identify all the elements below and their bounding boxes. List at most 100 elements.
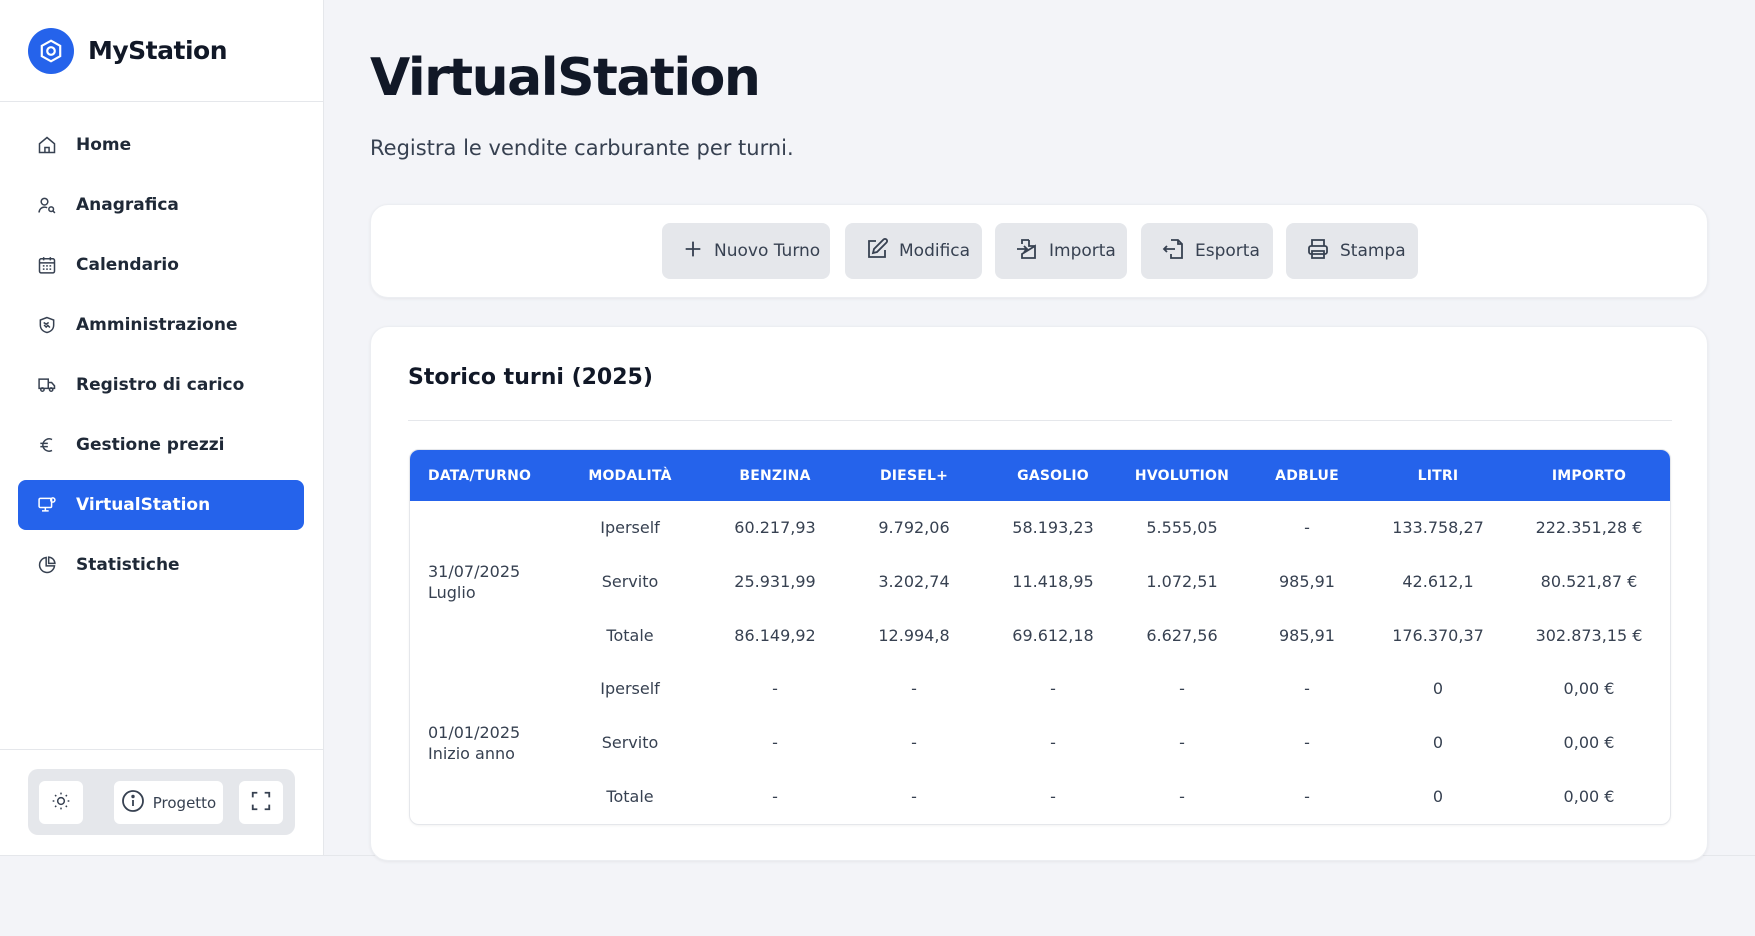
gasolio-cell: - xyxy=(1050,679,1056,699)
benzina-cell: 60.217,93 xyxy=(734,518,816,538)
sidebar-item-statistiche[interactable]: Statistiche xyxy=(18,540,304,590)
shift-date: 31/07/2025 xyxy=(428,561,521,581)
export-icon xyxy=(1161,237,1185,265)
sidebar-item-label: Calendario xyxy=(76,255,179,275)
edit-label: Modifica xyxy=(899,241,971,261)
mode-cell: Servito xyxy=(601,572,659,592)
sidebar-item-home[interactable]: Home xyxy=(18,120,304,170)
table-row[interactable]: 31/07/2025 Luglio Iperself 60.217,93 9.7… xyxy=(410,501,1670,601)
hvolution-cell: 5.555,05 xyxy=(1146,518,1218,538)
mode-cell: Totale xyxy=(606,786,654,806)
benzina-cell: - xyxy=(772,679,778,699)
column-header[interactable]: IMPORTO xyxy=(1506,450,1670,501)
footer-controls: Progetto xyxy=(28,769,295,835)
project-label: Progetto xyxy=(152,793,217,812)
fullscreen-button[interactable] xyxy=(239,781,283,824)
project-button[interactable]: Progetto xyxy=(114,781,223,824)
importo-cell: 0,00 € xyxy=(1563,786,1615,806)
importo-cell: 80.521,87 € xyxy=(1540,572,1638,592)
shift-date-cell: 31/07/2025 Luglio xyxy=(410,501,552,662)
table-header-row: DATA/TURNO MODALITÀ BENZINA DIESEL+ GASO… xyxy=(410,450,1670,501)
export-button[interactable]: Esporta xyxy=(1141,223,1273,279)
gasolio-cell: 11.418,95 xyxy=(1012,572,1094,592)
hvolution-cell: 1.072,51 xyxy=(1146,572,1218,592)
gasolio-cell: - xyxy=(1050,733,1056,753)
hvolution-cell: - xyxy=(1179,733,1185,753)
adblue-cell: 985,91 xyxy=(1279,572,1335,592)
gasolio-cell: - xyxy=(1050,786,1056,806)
gasolio-cell: 69.612,18 xyxy=(1012,625,1094,645)
table-row[interactable]: Totale 86.149,92 12.994,8 69.612,18 6.62… xyxy=(410,608,1670,662)
sidebar-item-label: Amministrazione xyxy=(76,315,238,335)
litri-cell: 42.612,1 xyxy=(1402,572,1474,592)
brand[interactable]: MyStation xyxy=(0,0,323,102)
benzina-cell: 25.931,99 xyxy=(734,572,816,592)
logo-icon xyxy=(28,27,74,74)
column-header[interactable]: MODALITÀ xyxy=(552,450,708,501)
diesel-cell: 9.792,06 xyxy=(878,518,950,538)
sidebar-item-virtualstation[interactable]: VirtualStation xyxy=(18,480,304,530)
edit-button[interactable]: Modifica xyxy=(845,223,982,279)
shift-name: Luglio xyxy=(428,582,476,602)
user-search-icon xyxy=(36,194,58,216)
sidebar-item-amministrazione[interactable]: Amministrazione xyxy=(18,300,304,350)
litri-cell: 0 xyxy=(1432,786,1444,806)
sidebar-item-calendario[interactable]: Calendario xyxy=(18,240,304,290)
adblue-cell: - xyxy=(1304,786,1310,806)
info-icon xyxy=(121,789,145,817)
sun-icon xyxy=(51,791,71,815)
print-label: Stampa xyxy=(1340,241,1406,261)
gasolio-cell: 58.193,23 xyxy=(1012,518,1094,538)
sidebar-item-anagrafica[interactable]: Anagrafica xyxy=(18,180,304,230)
sidebar-item-label: Registro di carico xyxy=(76,375,245,395)
import-button[interactable]: Importa xyxy=(995,223,1127,279)
import-icon xyxy=(1015,237,1039,265)
export-label: Esporta xyxy=(1195,241,1260,261)
column-header[interactable]: DIESEL+ xyxy=(842,450,986,501)
column-header[interactable]: HVOLUTION xyxy=(1120,450,1244,501)
benzina-cell: 86.149,92 xyxy=(734,625,816,645)
litri-cell: 176.370,37 xyxy=(1392,625,1484,645)
app-name: MyStation xyxy=(88,36,228,65)
column-header[interactable]: LITRI xyxy=(1370,450,1506,501)
sidebar-item-label: Home xyxy=(76,135,132,155)
adblue-cell: 985,91 xyxy=(1279,625,1335,645)
new-shift-button[interactable]: Nuovo Turno xyxy=(662,223,830,279)
shift-history-card: Storico turni (2025) DATA/TURNO MODALITÀ… xyxy=(370,326,1708,861)
sidebar-nav: Home Anagrafica Calendario Amministrazio… xyxy=(0,102,323,590)
edit-icon xyxy=(865,237,889,265)
benzina-cell: - xyxy=(772,733,778,753)
importo-cell: 222.351,28 € xyxy=(1535,518,1643,538)
importo-cell: 302.873,15 € xyxy=(1535,625,1643,645)
table-row[interactable]: Servito - - - - - 0 0,00 € xyxy=(410,716,1670,770)
column-header[interactable]: DATA/TURNO xyxy=(410,450,552,501)
sidebar-item-gestione-prezzi[interactable]: Gestione prezzi xyxy=(18,420,304,470)
mode-cell: Iperself xyxy=(600,679,660,699)
sidebar: MyStation Home Anagrafica Calendario Amm… xyxy=(0,0,324,855)
shift-date-cell: 01/01/2025 Inizio anno xyxy=(410,662,552,823)
litri-cell: 0 xyxy=(1432,733,1444,753)
hvolution-cell: - xyxy=(1179,679,1185,699)
shift-date: 01/01/2025 xyxy=(428,722,521,742)
column-header[interactable]: GASOLIO xyxy=(986,450,1120,501)
theme-toggle-button[interactable] xyxy=(39,781,83,824)
column-header[interactable]: ADBLUE xyxy=(1244,450,1370,501)
print-button[interactable]: Stampa xyxy=(1286,223,1418,279)
table-row[interactable]: 01/01/2025 Inizio anno Iperself - - - - … xyxy=(410,662,1670,762)
monitor-icon xyxy=(36,494,58,516)
diesel-cell: - xyxy=(911,786,917,806)
home-icon xyxy=(36,134,58,156)
new-shift-label: Nuovo Turno xyxy=(714,241,821,261)
pie-chart-icon xyxy=(36,554,58,576)
handshake-icon xyxy=(36,314,58,336)
importo-cell: 0,00 € xyxy=(1563,733,1615,753)
toolbar: Nuovo Turno Modifica Importa Esporta Sta… xyxy=(370,204,1708,298)
sidebar-item-registro-di-carico[interactable]: Registro di carico xyxy=(18,360,304,410)
euro-icon xyxy=(36,434,58,456)
table-row[interactable]: Servito 25.931,99 3.202,74 11.418,95 1.0… xyxy=(410,555,1670,609)
calendar-icon xyxy=(36,254,58,276)
column-header[interactable]: BENZINA xyxy=(708,450,842,501)
fullscreen-icon xyxy=(250,790,272,816)
table-row[interactable]: Totale - - - - - 0 0,00 € xyxy=(410,769,1670,823)
section-title: Storico turni (2025) xyxy=(408,365,653,390)
